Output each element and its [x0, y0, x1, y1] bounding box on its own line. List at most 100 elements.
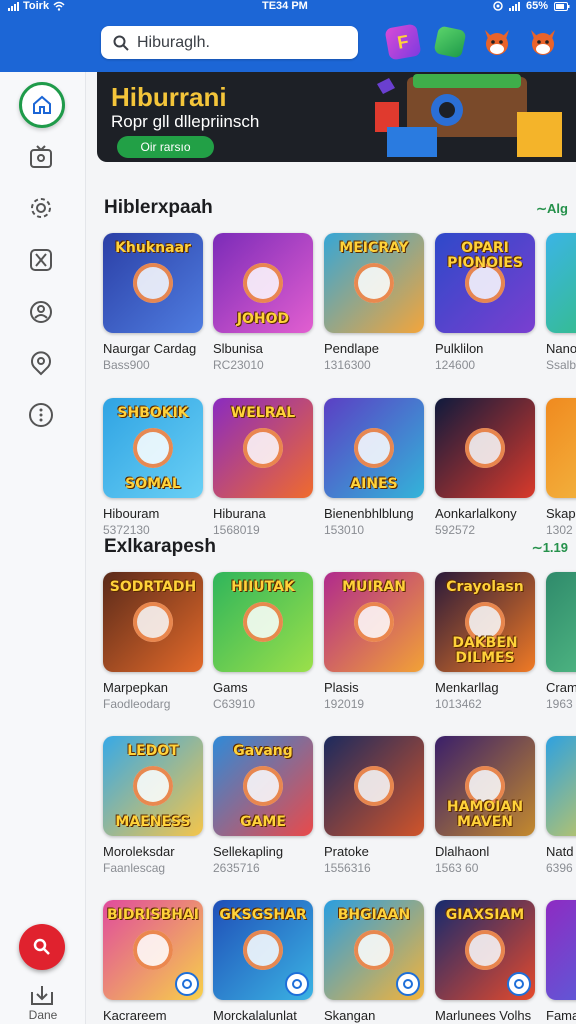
game-meta: Ssalb: [546, 358, 576, 372]
thumb-title-text: SODRTADH: [109, 579, 197, 595]
search-fab[interactable]: [19, 924, 65, 970]
game-thumbnail[interactable]: MEICRAY: [324, 233, 424, 333]
search-input[interactable]: Hiburaglh.: [137, 34, 210, 52]
home-icon: [33, 95, 51, 114]
thumb-title-text: Khuknaar: [115, 240, 191, 256]
cube-icon[interactable]: [433, 25, 467, 59]
signal-icon-2: [508, 1, 520, 11]
section-more-1[interactable]: ∼Alg: [536, 201, 568, 217]
thumb-title-text: HIIUTAK: [231, 579, 295, 595]
game-tile[interactable]: Crayolasn DAKBEN DILMES Menkarllag 1013462: [435, 572, 535, 711]
game-meta: Faodleodarg: [103, 697, 171, 711]
game-thumbnail[interactable]: Khuknaar: [103, 233, 203, 333]
game-title: Slbunisa: [213, 341, 263, 356]
game-tile[interactable]: AINES Bienenbhlblung 153010: [324, 398, 424, 537]
carrier-label: Toirk: [23, 0, 50, 12]
letter-tile-icon[interactable]: F: [384, 23, 422, 61]
search-bar[interactable]: Hiburaglh.: [101, 26, 358, 59]
game-tile[interactable]: Pratoke 1556316: [324, 736, 424, 875]
game-tile[interactable]: SODRTADH Marpepkan Faodleodarg: [103, 572, 203, 711]
game-meta: 6396: [546, 861, 573, 875]
game-thumbnail[interactable]: GIAXSIAM: [435, 900, 535, 1000]
game-thumbnail[interactable]: WELRAL: [213, 398, 313, 498]
game-tile[interactable]: Cramo 1963: [546, 572, 576, 711]
game-thumbnail[interactable]: [546, 736, 576, 836]
sidebar-item-tv[interactable]: [20, 136, 62, 178]
game-thumbnail[interactable]: SODRTADH: [103, 572, 203, 672]
game-tile[interactable]: Skap 1302: [546, 398, 576, 537]
game-tile[interactable]: BIDRISBHAI Kacrareem: [103, 900, 203, 1024]
game-tile[interactable]: MUIRAN Plasis 192019: [324, 572, 424, 711]
section-more-2[interactable]: ∼1.19: [532, 540, 568, 556]
mascot-character-icon: [243, 766, 283, 806]
sidebar-item-more[interactable]: [20, 394, 62, 436]
game-tile[interactable]: Nanor Ssalb: [546, 233, 576, 372]
game-thumbnail[interactable]: HIIUTAK: [213, 572, 313, 672]
game-thumbnail[interactable]: [546, 572, 576, 672]
game-thumbnail[interactable]: Crayolasn DAKBEN DILMES: [435, 572, 535, 672]
game-meta: 2635716: [213, 861, 260, 875]
game-tile[interactable]: HIIUTAK Gams C63910: [213, 572, 313, 711]
game-thumbnail[interactable]: HAMOIAN MAVEN: [435, 736, 535, 836]
banner-cta-button[interactable]: Oir rarsıo: [117, 136, 214, 158]
top-app-bar: Toirk TE34 PM 65% Hiburaglh. F: [0, 0, 576, 72]
sidebar-item-settings[interactable]: [20, 187, 62, 229]
game-thumbnail[interactable]: [546, 900, 576, 1000]
game-thumbnail[interactable]: MUIRAN: [324, 572, 424, 672]
game-thumbnail[interactable]: JOHOD: [213, 233, 313, 333]
sidebar: [0, 72, 86, 1024]
game-title: Naurgar Cardag: [103, 341, 197, 356]
game-tile[interactable]: OPARI PIONOIES Pulklilon 124600: [435, 233, 535, 372]
game-tile[interactable]: Khuknaar Naurgar Cardag Bass900: [103, 233, 203, 372]
game-thumbnail[interactable]: BIDRISBHAI: [103, 900, 203, 1000]
game-thumbnail[interactable]: [546, 233, 576, 333]
game-thumbnail[interactable]: GKSGSHAR: [213, 900, 313, 1000]
thumb-subtitle-text: JOHOD: [236, 311, 290, 327]
game-title: Dlalhaonl: [435, 844, 490, 859]
thumb-subtitle-text: HAMOIAN MAVEN: [446, 799, 524, 830]
game-title: Pendlape: [324, 341, 379, 356]
game-thumbnail[interactable]: [324, 736, 424, 836]
thumb-subtitle-text: MAENESS: [115, 814, 191, 830]
thumb-subtitle-text: GAME: [240, 814, 286, 830]
thumb-title-text: OPARI PIONOIES: [447, 240, 523, 271]
promo-banner[interactable]: Hiburrani Ropr gll dllepriinsch Oir rars…: [97, 72, 576, 162]
game-tile[interactable]: GIAXSIAM Marlunees Volhs: [435, 900, 535, 1024]
game-thumbnail[interactable]: LEDOT MAENESS: [103, 736, 203, 836]
status-right: 65%: [493, 0, 570, 12]
game-tile[interactable]: JOHOD Slbunisa RC23010: [213, 233, 313, 372]
mascot-character-icon: [133, 602, 173, 642]
game-tile[interactable]: BHGIAAN Skangan: [324, 900, 424, 1024]
battery-icon: [554, 1, 570, 11]
sidebar-item-home[interactable]: [19, 82, 65, 128]
sidebar-item-xbox[interactable]: [20, 239, 62, 281]
game-thumbnail[interactable]: [435, 398, 535, 498]
game-tile[interactable]: Fama: [546, 900, 576, 1024]
fox-avatar-icon[interactable]: [481, 26, 513, 58]
status-left: Toirk: [8, 0, 65, 12]
game-thumbnail[interactable]: SHBOKIK SOMAL: [103, 398, 203, 498]
game-thumbnail[interactable]: OPARI PIONOIES: [435, 233, 535, 333]
game-meta: 1568019: [213, 523, 260, 537]
sidebar-item-profile[interactable]: [20, 291, 62, 333]
game-tile[interactable]: LEDOT MAENESS Moroleksdar Faanlescag: [103, 736, 203, 875]
game-thumbnail[interactable]: Gavang GAME: [213, 736, 313, 836]
game-tile[interactable]: SHBOKIK SOMAL Hibouram 5372130: [103, 398, 203, 537]
game-tile[interactable]: GKSGSHAR Morckalalunlat: [213, 900, 313, 1024]
download-tray-icon[interactable]: [29, 984, 55, 1006]
game-thumbnail[interactable]: AINES: [324, 398, 424, 498]
game-tile[interactable]: Gavang GAME Sellekapling 2635716: [213, 736, 313, 875]
game-tile[interactable]: MEICRAY Pendlape 1316300: [324, 233, 424, 372]
game-title: Morckalalunlat: [213, 1008, 297, 1023]
game-tile[interactable]: HAMOIAN MAVEN Dlalhaonl 1563 60: [435, 736, 535, 875]
game-thumbnail[interactable]: BHGIAAN: [324, 900, 424, 1000]
game-thumbnail[interactable]: [546, 398, 576, 498]
game-tile[interactable]: Aonkarlalkony 592572: [435, 398, 535, 537]
thumb-subtitle-text: SOMAL: [125, 476, 181, 492]
game-title: Hibouram: [103, 506, 160, 521]
sidebar-item-person[interactable]: [20, 342, 62, 384]
game-tile[interactable]: Natd 6396: [546, 736, 576, 875]
thumb-title-text: Gavang: [233, 743, 293, 759]
fox-avatar-icon-2[interactable]: [527, 26, 559, 58]
game-tile[interactable]: WELRAL Hiburana 1568019: [213, 398, 313, 537]
